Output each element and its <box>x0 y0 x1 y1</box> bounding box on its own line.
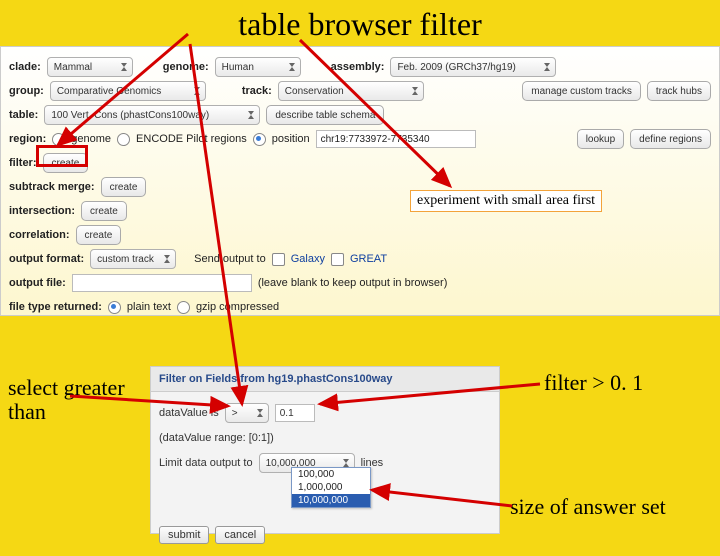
cancel-button[interactable]: cancel <box>215 526 265 544</box>
plain-text-radio[interactable] <box>108 301 121 314</box>
gzip-text: gzip compressed <box>196 301 279 313</box>
define-regions-button[interactable]: define regions <box>630 129 711 149</box>
intersection-create-button[interactable]: create <box>81 201 127 221</box>
position-input[interactable]: chr19:7733972-7735340 <box>316 130 476 148</box>
subtrack-label: subtrack merge: <box>9 181 95 193</box>
lookup-button[interactable]: lookup <box>577 129 624 149</box>
group-label: group: <box>9 85 44 97</box>
filter-label: filter: <box>9 157 37 169</box>
callout-experiment: experiment with small area first <box>410 190 602 212</box>
track-select[interactable]: Conservation <box>278 81 424 101</box>
filter-panel: Filter on Fields from hg19.phastCons100w… <box>150 366 500 534</box>
manage-custom-tracks-button[interactable]: manage custom tracks <box>522 81 641 101</box>
datavalue-label: dataValue is <box>159 407 219 419</box>
galaxy-checkbox[interactable] <box>272 253 285 266</box>
output-format-select[interactable]: custom track <box>90 249 176 269</box>
region-position-radio[interactable] <box>253 133 266 146</box>
describe-schema-button[interactable]: describe table schema <box>266 105 384 125</box>
region-genome-radio[interactable] <box>52 133 65 146</box>
plain-text-text: plain text <box>127 301 171 313</box>
region-encode-radio[interactable] <box>117 133 130 146</box>
file-type-label: file type returned: <box>9 301 102 313</box>
assembly-select[interactable]: Feb. 2009 (GRCh37/hg19) <box>390 57 556 77</box>
region-genome-text: genome <box>71 133 111 145</box>
clade-label: clade: <box>9 61 41 73</box>
track-hubs-button[interactable]: track hubs <box>647 81 711 101</box>
datavalue-input[interactable]: 0.1 <box>275 404 315 422</box>
annotation-select-greater: select greater than <box>8 376 128 424</box>
clade-select[interactable]: Mammal <box>47 57 133 77</box>
annotation-filter-value: filter > 0. 1 <box>544 370 643 396</box>
subtrack-create-button[interactable]: create <box>101 177 147 197</box>
datavalue-range: (dataValue range: [0:1]) <box>159 432 274 444</box>
datavalue-op-select[interactable]: > <box>225 403 269 423</box>
submit-button[interactable]: submit <box>159 526 209 544</box>
correlation-create-button[interactable]: create <box>76 225 122 245</box>
group-select[interactable]: Comparative Genomics <box>50 81 206 101</box>
output-file-label: output file: <box>9 277 66 289</box>
track-label: track: <box>242 85 272 97</box>
table-select[interactable]: 100 Vert. Cons (phastCons100way) <box>44 105 260 125</box>
intersection-label: intersection: <box>9 205 75 217</box>
output-file-input[interactable] <box>72 274 252 292</box>
limit-option-1[interactable]: 1,000,000 <box>292 481 370 494</box>
filter-header: Filter on Fields from hg19.phastCons100w… <box>151 367 499 392</box>
table-browser-panel: clade: Mammal genome: Human assembly: Fe… <box>0 46 720 316</box>
assembly-label: assembly: <box>331 61 385 73</box>
limit-option-2[interactable]: 10,000,000 <box>292 494 370 507</box>
galaxy-link[interactable]: Galaxy <box>291 253 325 265</box>
great-link[interactable]: GREAT <box>350 253 387 265</box>
correlation-label: correlation: <box>9 229 70 241</box>
output-file-hint: (leave blank to keep output in browser) <box>258 277 448 289</box>
annotation-answer-set: size of answer set <box>510 494 666 520</box>
output-format-label: output format: <box>9 253 84 265</box>
genome-label: genome: <box>163 61 209 73</box>
send-output-label: Send output to <box>194 253 266 265</box>
gzip-radio[interactable] <box>177 301 190 314</box>
limit-option-0[interactable]: 100,000 <box>292 468 370 481</box>
slide-title: table browser filter <box>0 0 720 47</box>
region-label: region: <box>9 133 46 145</box>
region-position-text: position <box>272 133 310 145</box>
great-checkbox[interactable] <box>331 253 344 266</box>
filter-create-button[interactable]: create <box>43 153 89 173</box>
table-label: table: <box>9 109 38 121</box>
limit-label: Limit data output to <box>159 457 253 469</box>
genome-select[interactable]: Human <box>215 57 301 77</box>
region-encode-text: ENCODE Pilot regions <box>136 133 247 145</box>
limit-dropdown-popup[interactable]: 100,000 1,000,000 10,000,000 <box>291 467 371 508</box>
